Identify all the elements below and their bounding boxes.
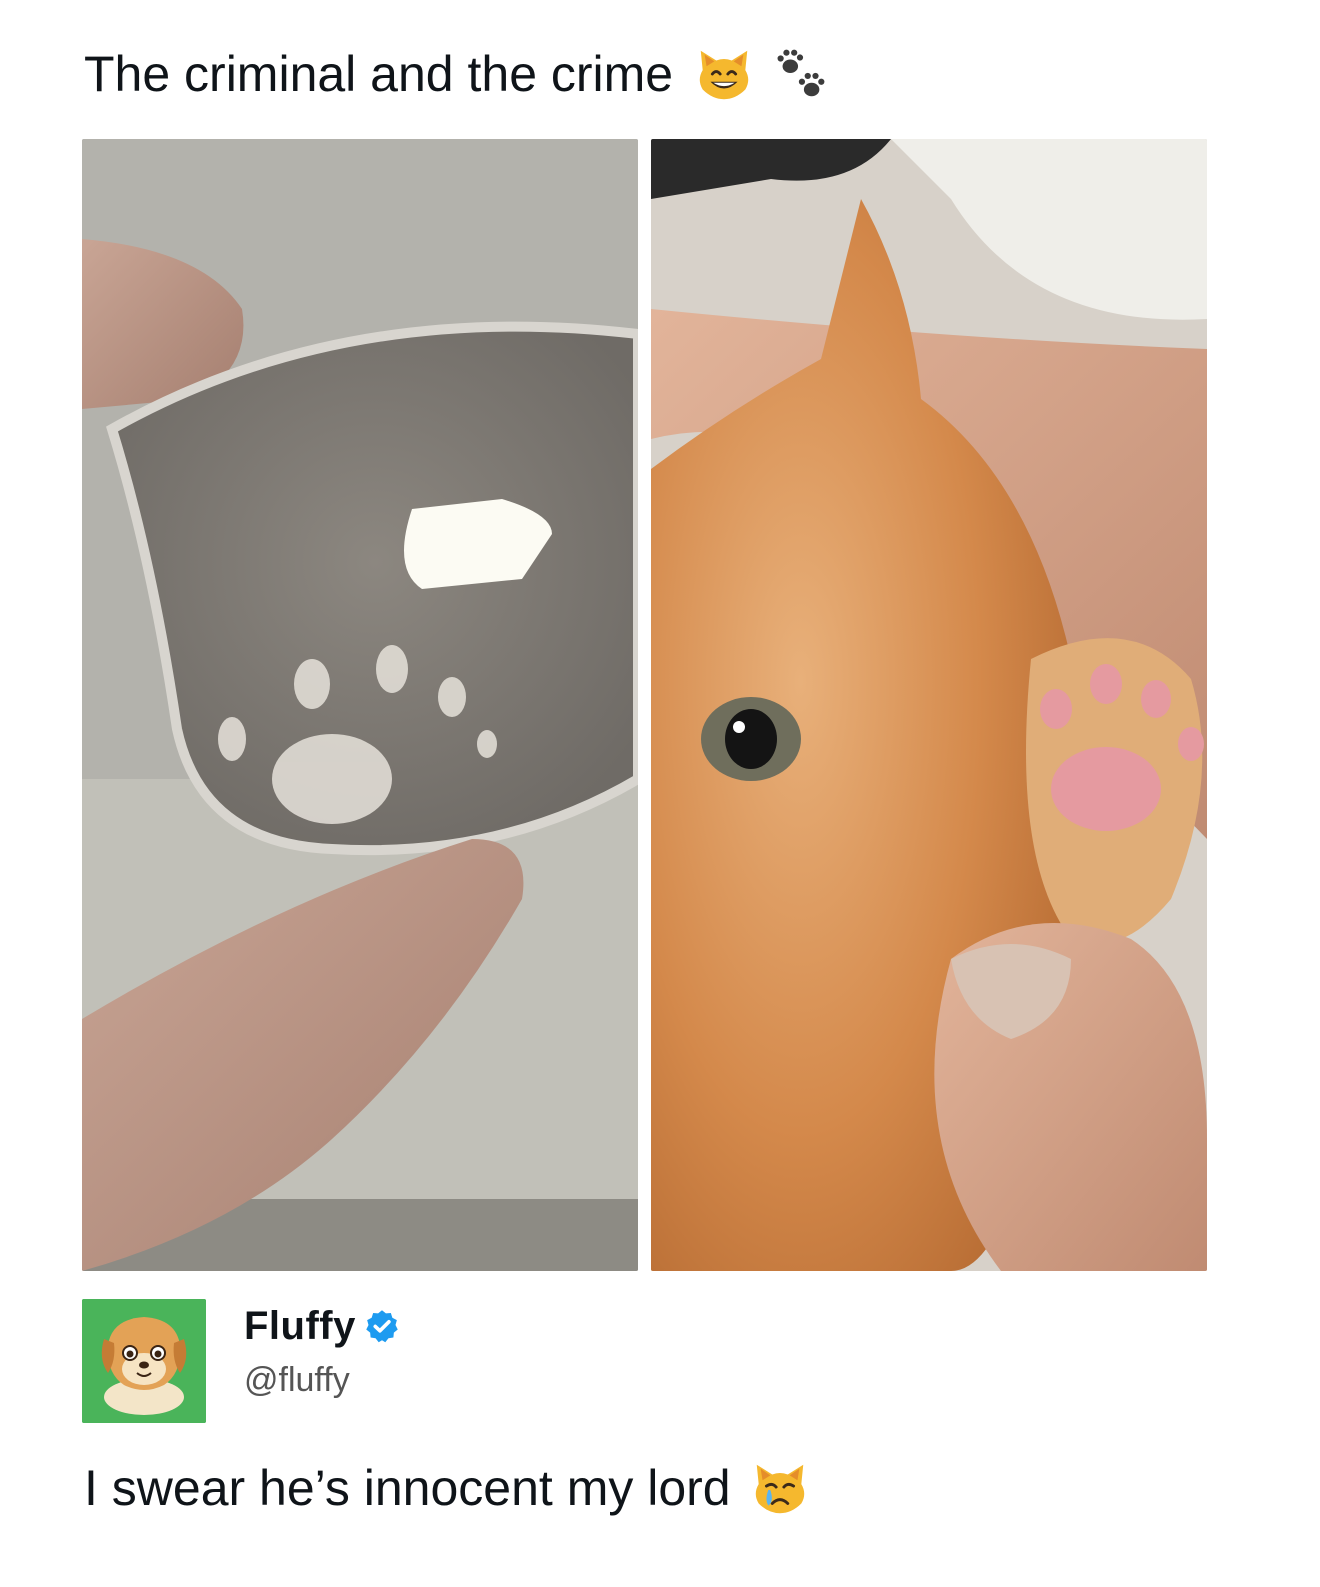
verified-badge-icon: [364, 1308, 400, 1344]
post-title-row: The criminal and the crime: [84, 38, 831, 110]
author-block[interactable]: Fluffy @fluffy: [82, 1299, 400, 1423]
dog-avatar-icon: [82, 1299, 206, 1423]
post-caption-row: I swear he’s innocent my lord: [84, 1452, 811, 1524]
avatar[interactable]: [82, 1299, 206, 1423]
author-handle[interactable]: @fluffy: [244, 1361, 400, 1400]
author-name[interactable]: Fluffy: [244, 1304, 356, 1349]
glasses-photo-illustration: [82, 139, 638, 1271]
grinning-cat-emoji-icon: [693, 43, 755, 105]
orange-kitten-paw-photo[interactable]: [651, 139, 1207, 1271]
post-title: The criminal and the crime: [84, 46, 674, 102]
kitten-photo-illustration: [651, 139, 1207, 1271]
crying-cat-emoji-icon: [749, 1457, 811, 1519]
author-name-row: Fluffy: [244, 1301, 400, 1351]
glasses-with-paw-print-photo[interactable]: [82, 139, 638, 1271]
post-caption: I swear he’s innocent my lord: [84, 1460, 731, 1516]
paw-prints-emoji-icon: [769, 43, 831, 105]
author-meta: Fluffy @fluffy: [244, 1299, 400, 1400]
